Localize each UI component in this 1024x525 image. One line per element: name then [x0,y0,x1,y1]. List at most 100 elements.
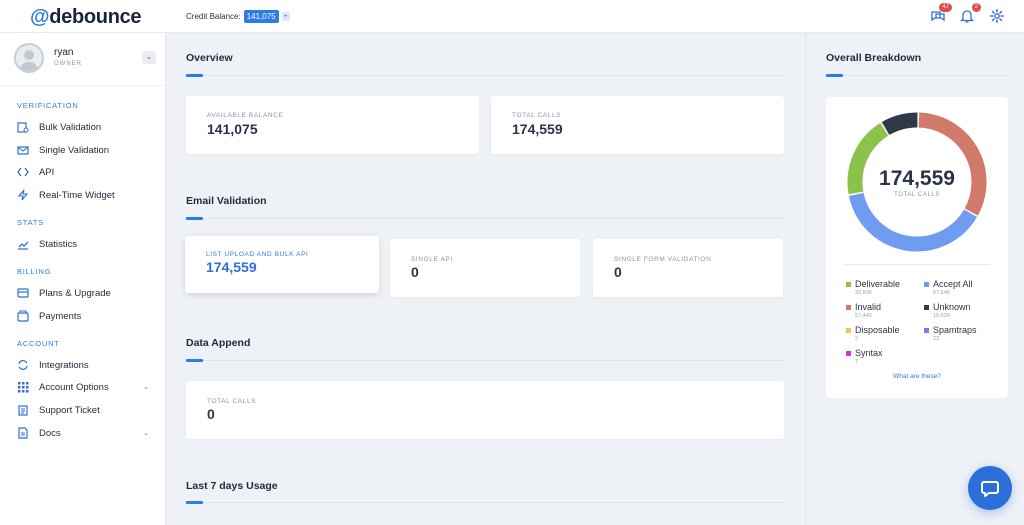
chat-bubble-icon [981,481,999,497]
messages-button[interactable]: 47 [930,3,952,24]
legend-label: Syntax [855,348,883,358]
legend-count: 7 [855,359,859,365]
logo-at: @ [30,6,50,28]
grid-icon [17,381,29,393]
api-code-icon [17,166,29,178]
chat-launcher-button[interactable] [968,466,1012,510]
user-menu-chevron-icon[interactable]: ⌄ [142,51,156,64]
available-balance-card: AVAILABLE BALANCE 141,075 [186,96,479,154]
sidebar-item-integrations[interactable]: Integrations [17,357,157,373]
notifications-button[interactable]: 2 [959,3,981,24]
single-form-validation-card[interactable]: SINGLE FORM VALIDATION 0 [593,239,783,297]
legend-label: Deliverable [855,279,901,289]
sidebar-item-label: Plans & Upgrade [39,287,111,299]
last-7-days-heading: Last 7 days Usage [186,480,278,492]
sidebar-item-label: Real-Time Widget [39,189,115,201]
legend-item-spamtraps: Spamtraps 23 [924,325,977,342]
sidebar-item-plans-upgrade[interactable]: Plans & Upgrade [17,285,157,301]
total-calls-card: TOTAL CALLS 174,559 [491,96,784,154]
legend-swatch [846,328,851,334]
sidebar-item-payments[interactable]: Payments [17,308,157,324]
envelope-check-icon [17,144,29,156]
sidebar-item-statistics[interactable]: Statistics [17,236,157,252]
legend-label: Spamtraps [933,325,977,335]
legend-swatch [846,305,851,311]
legend-count: 2 [855,336,859,342]
heading-accent [186,359,203,362]
lightning-icon [17,189,29,201]
sidebar-item-bulk-validation[interactable]: Bulk Validation [17,119,157,135]
donut-slice-invalid [918,112,987,216]
messages-badge: 47 [939,3,952,12]
clipboard-icon [17,404,29,416]
single-api-value: 0 [411,264,419,280]
settings-button[interactable] [989,8,1005,24]
section-verification: VERIFICATION [17,101,79,110]
total-calls-label: TOTAL CALLS [512,112,562,119]
available-balance-label: AVAILABLE BALANCE [207,112,284,119]
heading-accent [826,74,843,77]
top-bar: @debounce Credit Balance: 141,075 + 47 2 [0,0,1024,33]
add-credits-button[interactable]: + [281,12,290,21]
breakdown-total-value: 174,559 [879,167,955,190]
legend-swatch [924,305,929,311]
bulk-api-value: 174,559 [206,259,257,275]
notifications-badge: 2 [971,3,981,12]
legend-item-accept-all: Accept All 67,648 [924,279,973,296]
single-form-validation-label: SINGLE FORM VALIDATION [614,256,712,263]
avatar [14,43,44,73]
legend-count: 15,634 [933,313,950,319]
single-form-validation-value: 0 [614,264,622,280]
overview-rule [186,74,784,77]
chart-icon [17,238,29,250]
breakdown-card: 174,559 TOTAL CALLS Deliverable 33,806 A… [826,97,1008,398]
heading-accent [186,74,203,77]
credit-card-icon [17,287,29,299]
sidebar-item-label: Statistics [39,238,78,250]
sidebar-item-label: Support Ticket [39,404,100,416]
overview-heading: Overview [186,52,233,64]
legend-item-invalid: Invalid 57,440 [846,302,881,319]
gear-icon [990,9,1004,23]
user-role: OWNER [54,61,82,67]
user-menu[interactable]: ryan OWNER ⌄ [14,43,156,77]
legend-item-syntax: Syntax 7 [846,348,883,365]
bulk-api-card[interactable]: LIST UPLOAD AND BULK API 174,559 [185,236,379,293]
user-name: ryan [54,47,74,58]
section-billing: BILLING [17,267,52,276]
sync-icon [17,359,29,371]
overall-breakdown-heading: Overall Breakdown [826,52,922,64]
legend-swatch [846,351,851,357]
sidebar-item-docs[interactable]: Docs ⌄ [17,425,157,441]
single-api-card[interactable]: SINGLE API 0 [390,239,580,297]
what-are-these-link[interactable]: What are these? [826,373,1008,380]
section-stats: STATS [17,218,45,227]
sidebar-divider [0,85,166,86]
sidebar-item-support-ticket[interactable]: Support Ticket [17,402,157,418]
sidebar-item-account-options[interactable]: Account Options ⌄ [17,379,157,395]
credit-balance: Credit Balance: 141,075 + [186,10,290,23]
donut-slice-unknown [881,112,918,136]
single-api-label: SINGLE API [411,256,453,263]
sidebar-item-single-validation[interactable]: Single Validation [17,142,157,158]
sidebar: ryan OWNER ⌄ VERIFICATION Bulk Validatio… [0,33,166,525]
legend-item-disposable: Disposable 2 [846,325,900,342]
data-append-rule [186,359,784,362]
email-validation-heading: Email Validation [186,195,267,207]
donut-slice-accept-all [848,192,978,252]
legend-count: 57,440 [855,313,872,319]
legend-swatch [846,282,851,288]
legend-label: Invalid [855,302,882,312]
legend-label: Accept All [933,279,973,289]
sidebar-item-api[interactable]: API [17,164,157,180]
credit-balance-value: 141,075 [243,10,279,23]
sidebar-item-real-time-widget[interactable]: Real-Time Widget [17,187,157,203]
upload-list-icon [17,121,29,133]
section-account: ACCOUNT [17,339,60,348]
chevron-down-icon: ⌄ [143,384,149,391]
heading-accent [186,501,203,504]
debounce-logo[interactable]: @debounce [30,6,142,29]
sidebar-item-label: Payments [39,310,82,322]
user-icon [19,50,39,71]
available-balance-value: 141,075 [207,121,258,137]
